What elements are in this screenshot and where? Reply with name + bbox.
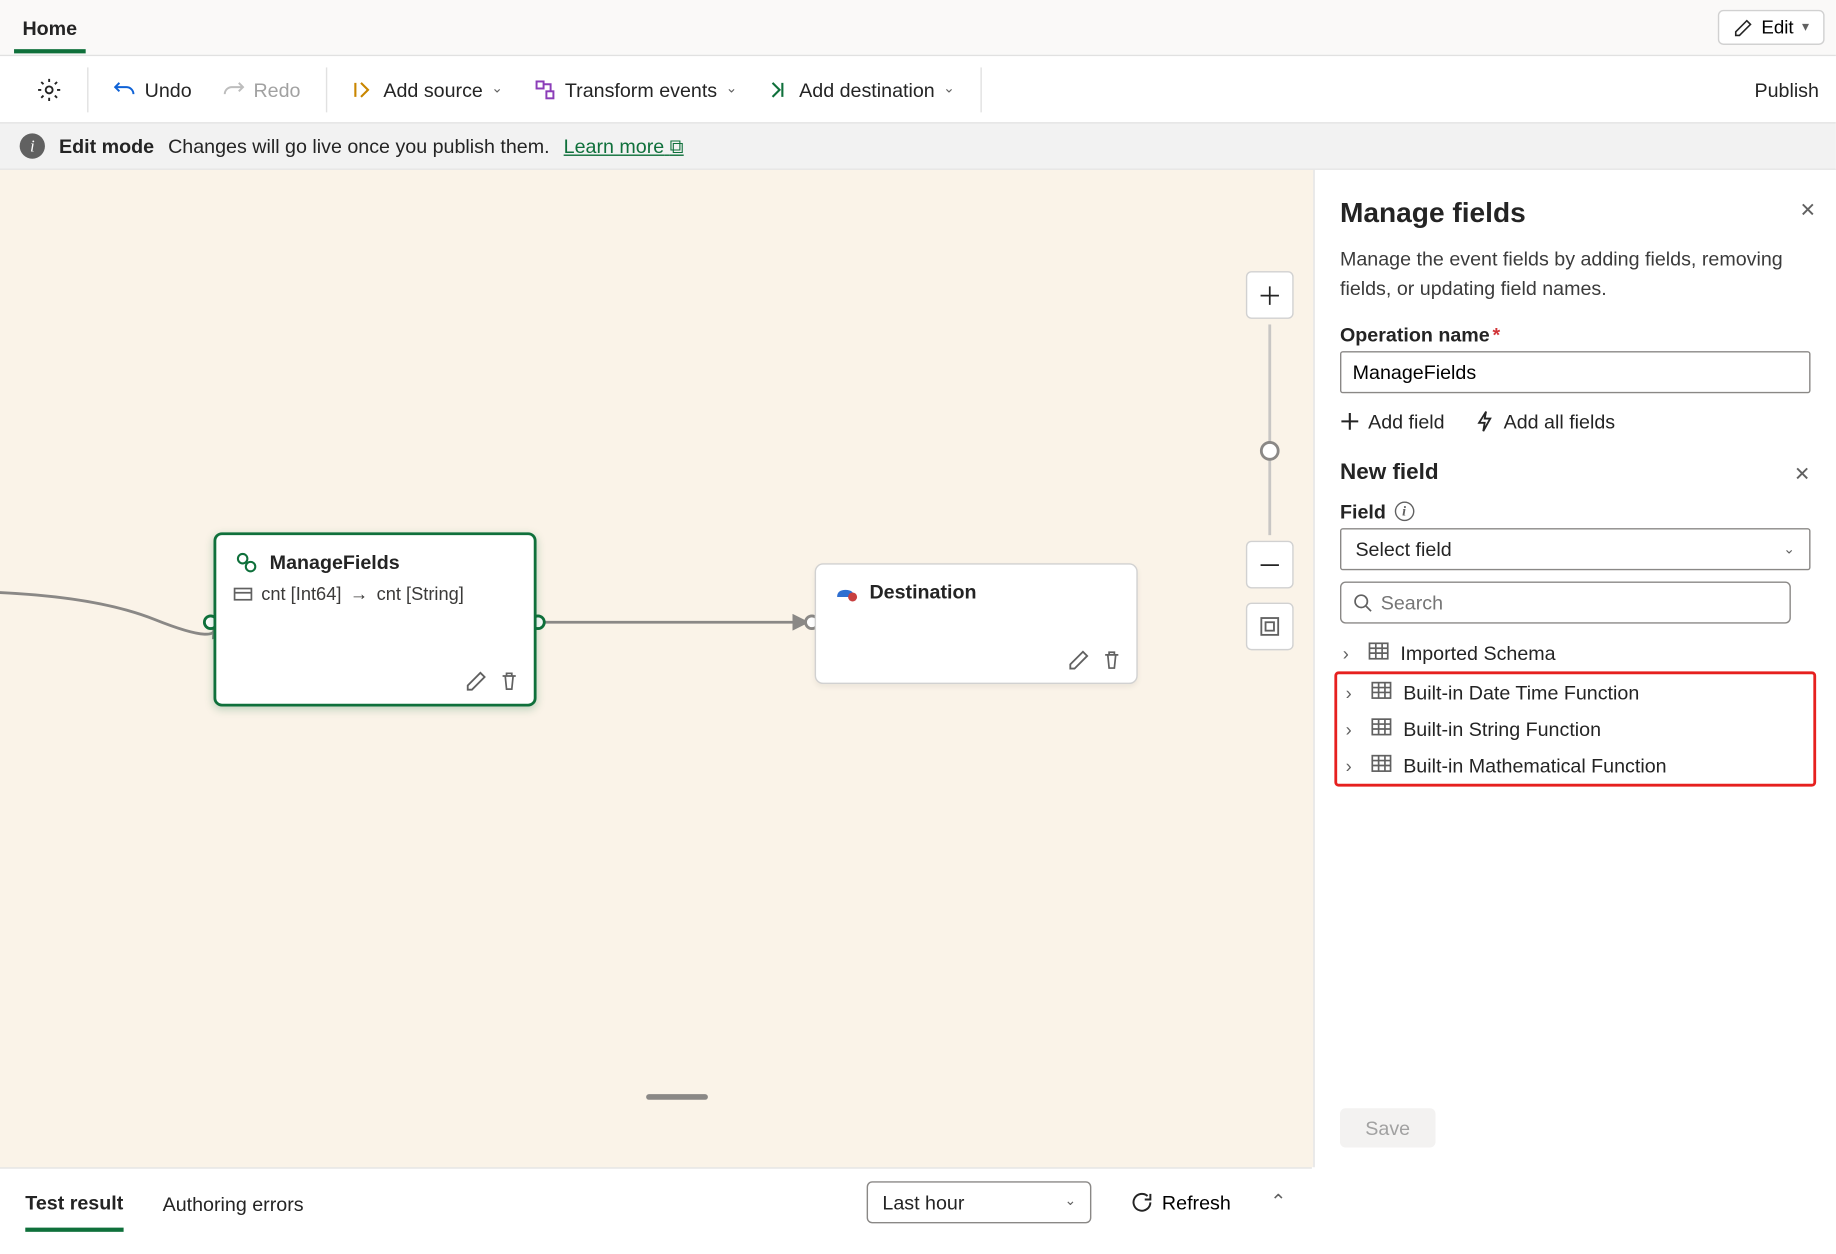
add-destination-button[interactable]: Add destination ⌄ [763, 70, 961, 109]
side-panel: ✕ Manage fields Manage the event fields … [1313, 170, 1836, 1167]
highlighted-functions-box: › Built-in Date Time Function › Built-in… [1334, 671, 1816, 786]
flow-canvas[interactable]: ManageFields cnt [Int64] → cnt [String] [0, 170, 1313, 1167]
redo-icon [223, 78, 245, 100]
search-icon [1353, 593, 1373, 613]
node-manage-fields[interactable]: ManageFields cnt [Int64] → cnt [String] [213, 532, 536, 706]
tree-item-imported[interactable]: › Imported Schema [1340, 635, 1811, 672]
chevron-down-icon: ▾ [1802, 20, 1809, 35]
table-icon [1371, 681, 1392, 703]
zoom-slider-thumb[interactable] [1260, 440, 1280, 460]
field-search[interactable] [1340, 582, 1791, 624]
collapse-panel-button[interactable]: ⌃ [1270, 1190, 1286, 1214]
external-link-icon: ⧉ [670, 134, 684, 156]
chevron-right-icon: › [1346, 755, 1360, 776]
field-label: Field i [1340, 500, 1811, 522]
chevron-down-icon: ⌄ [491, 81, 503, 96]
close-new-field-button[interactable]: ✕ [1794, 461, 1810, 485]
destination-icon [768, 78, 790, 100]
opname-label: Operation name* [1340, 323, 1811, 345]
save-button: Save [1340, 1108, 1435, 1147]
lightning-icon [1476, 410, 1496, 432]
add-field-button[interactable]: Add field [1340, 410, 1445, 432]
node-destination[interactable]: Destination [815, 563, 1138, 684]
time-range-select[interactable]: Last hour ⌄ [867, 1181, 1092, 1223]
panel-title: Manage fields [1340, 198, 1811, 230]
schema-mapping: cnt [Int64] → cnt [String] [233, 583, 517, 604]
transform-events-button[interactable]: Transform events ⌄ [528, 70, 743, 109]
refresh-icon [1131, 1190, 1153, 1212]
tab-authoring-errors[interactable]: Authoring errors [163, 1174, 304, 1229]
chevron-right-icon: › [1343, 643, 1357, 664]
info-icon: i [20, 133, 45, 158]
table-icon [1371, 754, 1392, 776]
ribbon-toolbar: Undo Redo Add source ⌄ Transform events … [0, 56, 1836, 123]
info-bar: i Edit mode Changes will go live once yo… [0, 124, 1836, 170]
redo-button: Redo [217, 70, 306, 109]
delete-node-button[interactable] [1101, 649, 1122, 671]
undo-icon [114, 78, 136, 100]
tab-test-result[interactable]: Test result [25, 1172, 123, 1231]
destination-node-icon [833, 579, 858, 604]
table-icon [1371, 718, 1392, 740]
plus-icon [1340, 412, 1360, 432]
tree-item-string[interactable]: › Built-in String Function [1343, 711, 1808, 748]
refresh-button[interactable]: Refresh [1131, 1190, 1231, 1212]
search-input[interactable] [1381, 591, 1779, 613]
fit-button[interactable] [1246, 603, 1294, 651]
chevron-down-icon: ⌄ [1783, 541, 1795, 556]
tab-bar: Home Edit ▾ [0, 0, 1836, 56]
edit-label: Edit [1761, 17, 1793, 38]
new-field-header: New field [1340, 461, 1439, 486]
bottom-bar: Test result Authoring errors Last hour ⌄… [0, 1167, 1312, 1234]
zoom-in-button[interactable]: ＋ [1246, 271, 1294, 319]
close-panel-button[interactable]: ✕ [1800, 198, 1816, 222]
undo-button[interactable]: Undo [108, 70, 197, 109]
gear-icon [37, 77, 62, 102]
edit-node-button[interactable] [1067, 649, 1089, 671]
column-icon [233, 585, 253, 602]
tree-item-math[interactable]: › Built-in Mathematical Function [1343, 747, 1808, 784]
node-title: ManageFields [270, 551, 400, 573]
source-icon [352, 78, 374, 100]
edit-node-button[interactable] [465, 670, 487, 692]
manage-fields-icon [233, 549, 258, 574]
settings-button[interactable] [31, 68, 68, 110]
info-message: Changes will go live once you publish th… [168, 135, 550, 157]
panel-desc: Manage the event fields by adding fields… [1340, 244, 1811, 303]
zoom-out-button[interactable]: － [1246, 541, 1294, 589]
select-placeholder: Select field [1355, 538, 1451, 560]
field-select[interactable]: Select field ⌄ [1340, 528, 1811, 570]
chevron-down-icon: ⌄ [1064, 1194, 1076, 1209]
chevron-right-icon: › [1346, 718, 1360, 739]
arrow-right-icon: → [350, 583, 368, 604]
zoom-slider-track[interactable] [1268, 324, 1271, 535]
tab-home[interactable]: Home [14, 2, 86, 53]
publish-button: Publish [1749, 70, 1825, 109]
chevron-right-icon: › [1346, 682, 1360, 703]
panel-resize-handle[interactable] [646, 1094, 708, 1100]
chevron-down-icon: ⌄ [726, 81, 738, 96]
table-icon [1368, 642, 1389, 664]
delete-node-button[interactable] [499, 670, 520, 692]
node-title: Destination [869, 580, 976, 602]
tree-item-datetime[interactable]: › Built-in Date Time Function [1343, 674, 1808, 711]
pencil-icon [1733, 18, 1753, 38]
transform-icon [534, 78, 556, 100]
edit-mode-label: Edit mode [59, 135, 154, 157]
info-icon[interactable]: i [1394, 501, 1414, 521]
learn-more-link[interactable]: Learn more ⧉ [564, 134, 684, 158]
schema-tree: › Imported Schema › Built-in Date Time F… [1340, 635, 1811, 787]
opname-input[interactable] [1340, 351, 1811, 393]
chevron-down-icon: ⌄ [943, 81, 955, 96]
add-source-button[interactable]: Add source ⌄ [347, 70, 509, 109]
edit-dropdown[interactable]: Edit ▾ [1718, 10, 1825, 45]
add-all-fields-button[interactable]: Add all fields [1476, 410, 1616, 432]
zoom-controls: ＋ － [1246, 271, 1294, 650]
